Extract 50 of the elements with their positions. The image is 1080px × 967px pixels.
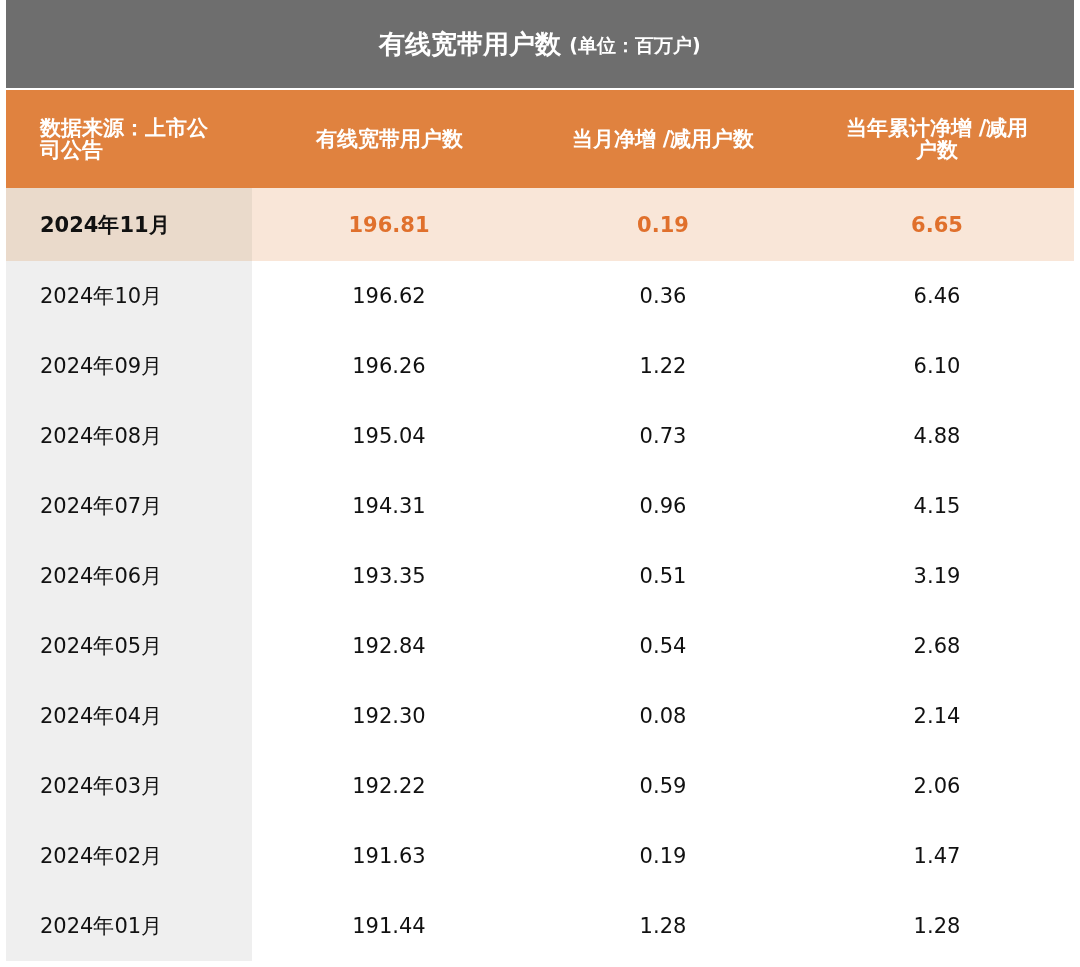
- table-cell-text: 6.10: [912, 353, 962, 380]
- month-cell: 2024年02月: [6, 821, 252, 891]
- table-cell-text: 2.14: [912, 703, 962, 730]
- month-cell: 2024年06月: [6, 541, 252, 611]
- table-cell-text: 192.84: [351, 633, 427, 660]
- month-cell: 2024年07月: [6, 471, 252, 541]
- column-header: 当月净增 /减用户数: [570, 127, 756, 150]
- unit-label: (单位：百万户): [569, 33, 701, 58]
- table-cell-text: 196.81: [347, 211, 431, 239]
- table-cell-text: 0.19: [636, 211, 690, 239]
- table-cell-text: 1.28: [638, 913, 688, 940]
- table-cell-text: 192.30: [351, 703, 427, 730]
- table-cell-text: 196.62: [351, 283, 427, 310]
- table-cell-text: 191.44: [351, 913, 427, 940]
- table-cell-text: 0.73: [638, 423, 688, 450]
- table-cell-text: 1.28: [912, 913, 962, 940]
- table-cell-text: 0.19: [638, 843, 688, 870]
- month-cell: 2024年05月: [6, 611, 252, 681]
- table-title: 有线宽带用户数: [379, 27, 562, 61]
- table-cell-text: 4.88: [912, 423, 962, 450]
- month-cell: 2024年10月: [6, 261, 252, 331]
- table-cell-text: 3.19: [912, 563, 962, 590]
- table-cell-text: 196.26: [351, 353, 427, 380]
- table-cell-text: 0.54: [638, 633, 688, 660]
- table-cell-text: 192.22: [351, 773, 427, 800]
- table-cell-text: 0.96: [638, 493, 688, 520]
- table-cell-text: 194.31: [351, 493, 427, 520]
- table-cell-text: 0.08: [638, 703, 688, 730]
- month-cell: 2024年04月: [6, 681, 252, 751]
- table-cell-text: 195.04: [351, 423, 427, 450]
- month-cell: 2024年11月: [6, 188, 252, 261]
- table-cell-text: 4.15: [912, 493, 962, 520]
- table-cell-text: 1.22: [638, 353, 688, 380]
- month-cell: 2024年01月: [6, 891, 252, 961]
- table-cell-text: 0.36: [638, 283, 688, 310]
- table-cell-text: 6.46: [912, 283, 962, 310]
- table-cell-text: 0.51: [638, 563, 688, 590]
- month-cell: 2024年03月: [6, 751, 252, 821]
- column-header: 数据来源：上市公司公告: [38, 116, 209, 162]
- table-cell-text: 1.47: [912, 843, 962, 870]
- table-cell-text: 2.06: [912, 773, 962, 800]
- table-cell-text: 6.65: [910, 211, 964, 239]
- table-cell-text: 191.63: [351, 843, 427, 870]
- table-cell-text: 2.68: [912, 633, 962, 660]
- table-cell-text: 193.35: [351, 563, 427, 590]
- month-cell: 2024年08月: [6, 401, 252, 471]
- month-cell: 2024年09月: [6, 331, 252, 401]
- column-header: 有线宽带用户数: [314, 127, 464, 150]
- table-cell-text: 0.59: [638, 773, 688, 800]
- column-header: 当年累计净增 /减用户数: [844, 116, 1030, 162]
